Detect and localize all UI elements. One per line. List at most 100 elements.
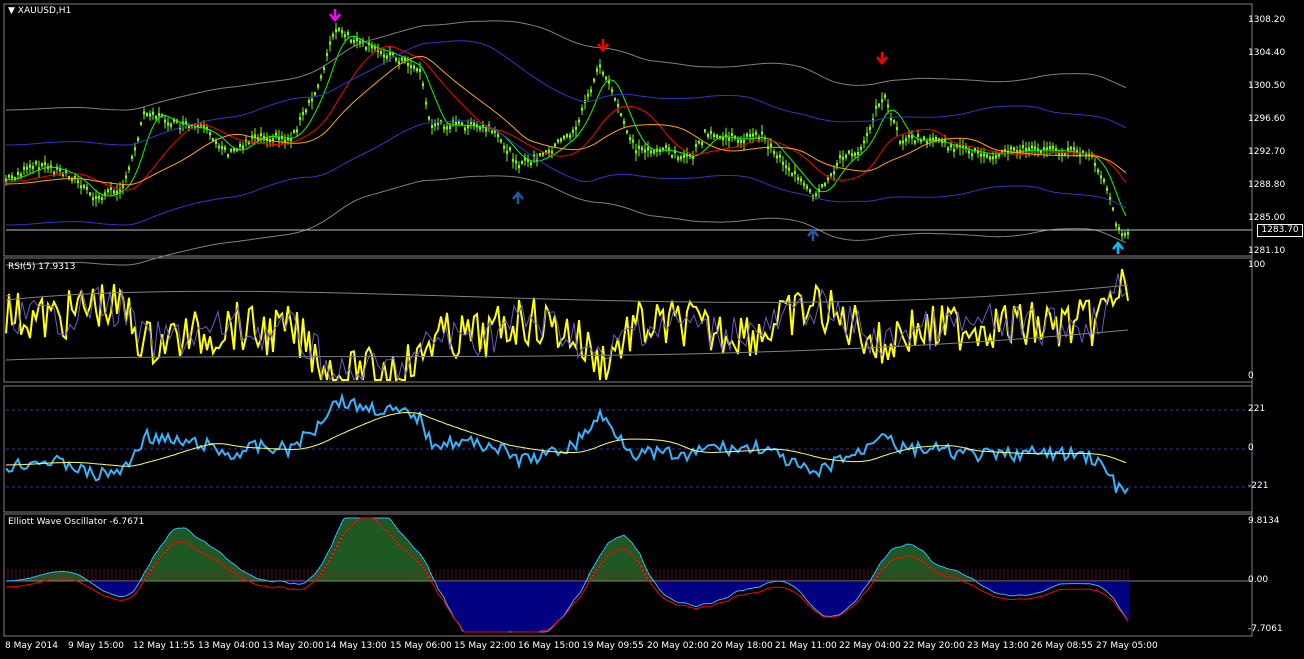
candle-body <box>629 137 631 141</box>
candle-body <box>857 151 859 155</box>
candle-body <box>992 156 994 160</box>
candle-body <box>1049 146 1051 150</box>
candle-body <box>125 175 127 179</box>
candle-body <box>11 175 13 179</box>
candle-body <box>44 162 46 166</box>
ma-fast-line <box>5 35 1127 217</box>
candle-body <box>572 129 574 133</box>
x-tick: 22 May 20:00 <box>903 641 965 651</box>
candle-body <box>548 149 550 153</box>
candle-body <box>380 51 382 55</box>
cci-y-tick: 221 <box>1248 404 1266 414</box>
candle-body <box>773 150 775 154</box>
candle-body <box>416 68 418 72</box>
candle-body <box>851 153 853 157</box>
candle-body <box>878 103 880 107</box>
candle-body <box>80 185 82 189</box>
candle-body <box>167 122 169 126</box>
candle-body <box>473 122 475 126</box>
candle-body <box>596 68 598 72</box>
y-tick: 1304.40 <box>1248 48 1286 58</box>
candle-body <box>1028 147 1030 151</box>
y-tick: 1288.80 <box>1248 180 1286 190</box>
candle-body <box>110 187 112 191</box>
candle-body <box>233 148 235 152</box>
candle-body <box>560 138 562 142</box>
candle-body <box>821 184 823 188</box>
candle-body <box>428 116 430 120</box>
candle-body <box>587 93 589 97</box>
candle-body <box>347 32 349 36</box>
candle-body <box>809 189 811 193</box>
candle-body <box>980 153 982 157</box>
candle-body <box>848 150 850 154</box>
x-tick: 20 May 18:00 <box>711 641 773 651</box>
ewo-y-tick: -7.7061 <box>1248 624 1283 634</box>
candle-body <box>833 171 835 175</box>
candle-body <box>599 64 601 68</box>
candle-body <box>542 152 544 156</box>
candle-body <box>29 164 31 168</box>
candle-body <box>164 119 166 123</box>
candle-body <box>620 112 622 116</box>
candle-body <box>455 121 457 125</box>
envelope-upper-line <box>6 40 1127 146</box>
candle-body <box>320 75 322 79</box>
candle-body <box>89 192 91 196</box>
candle-body <box>209 132 211 136</box>
bollinger-lower-line <box>6 175 1127 266</box>
candle-body <box>338 27 340 31</box>
candle-body <box>503 145 505 149</box>
candle-body <box>680 156 682 160</box>
collapse-triangle-icon[interactable]: ▼ <box>8 6 15 16</box>
x-tick: 26 May 08:55 <box>1031 641 1093 651</box>
candle-body <box>446 126 448 130</box>
candle-body <box>899 140 901 144</box>
candle-body <box>275 132 277 136</box>
candle-body <box>746 133 748 137</box>
candle-body <box>989 156 991 160</box>
candle-body <box>1031 145 1033 149</box>
candle-body <box>350 39 352 43</box>
candle-body <box>152 111 154 115</box>
candle-body <box>1079 153 1081 157</box>
candle-body <box>590 89 592 93</box>
candle-body <box>845 154 847 158</box>
candle-body <box>407 62 409 66</box>
x-tick: 20 May 02:00 <box>647 641 709 651</box>
candle-body <box>554 143 556 147</box>
x-tick: 14 May 13:00 <box>325 641 387 651</box>
candle-body <box>23 166 25 170</box>
candle-body <box>215 140 217 144</box>
candle-body <box>761 131 763 135</box>
arrow-up-icon <box>512 191 524 204</box>
arrow-up-icon <box>807 228 819 241</box>
candle-body <box>122 185 124 189</box>
candle-body <box>794 170 796 174</box>
candle-body <box>581 107 583 111</box>
symbol-title[interactable]: ▼ XAUUSD,H1 <box>8 6 71 16</box>
candle-body <box>296 129 298 133</box>
candle-body <box>569 134 571 138</box>
candle-body <box>329 41 331 45</box>
candle-body <box>986 154 988 158</box>
candle-body <box>530 162 532 166</box>
candle-body <box>221 146 223 150</box>
chart-canvas[interactable] <box>0 0 1304 659</box>
candle-body <box>101 197 103 201</box>
candle-body <box>107 189 109 193</box>
rsi-title: RSI(5) 17.9313 <box>8 262 76 272</box>
candle-body <box>983 153 985 157</box>
candle-body <box>398 61 400 65</box>
candle-body <box>1127 231 1129 235</box>
candle-body <box>1115 223 1117 227</box>
candle-body <box>551 150 553 154</box>
candle-body <box>41 163 43 167</box>
x-tick: 15 May 06:00 <box>390 641 452 651</box>
y-tick: 1296.60 <box>1248 114 1286 124</box>
candle-body <box>311 98 313 102</box>
rsi-y-tick: 0 <box>1248 371 1254 381</box>
candle-body <box>653 150 655 154</box>
candle-body <box>53 171 55 175</box>
candle-body <box>647 147 649 151</box>
